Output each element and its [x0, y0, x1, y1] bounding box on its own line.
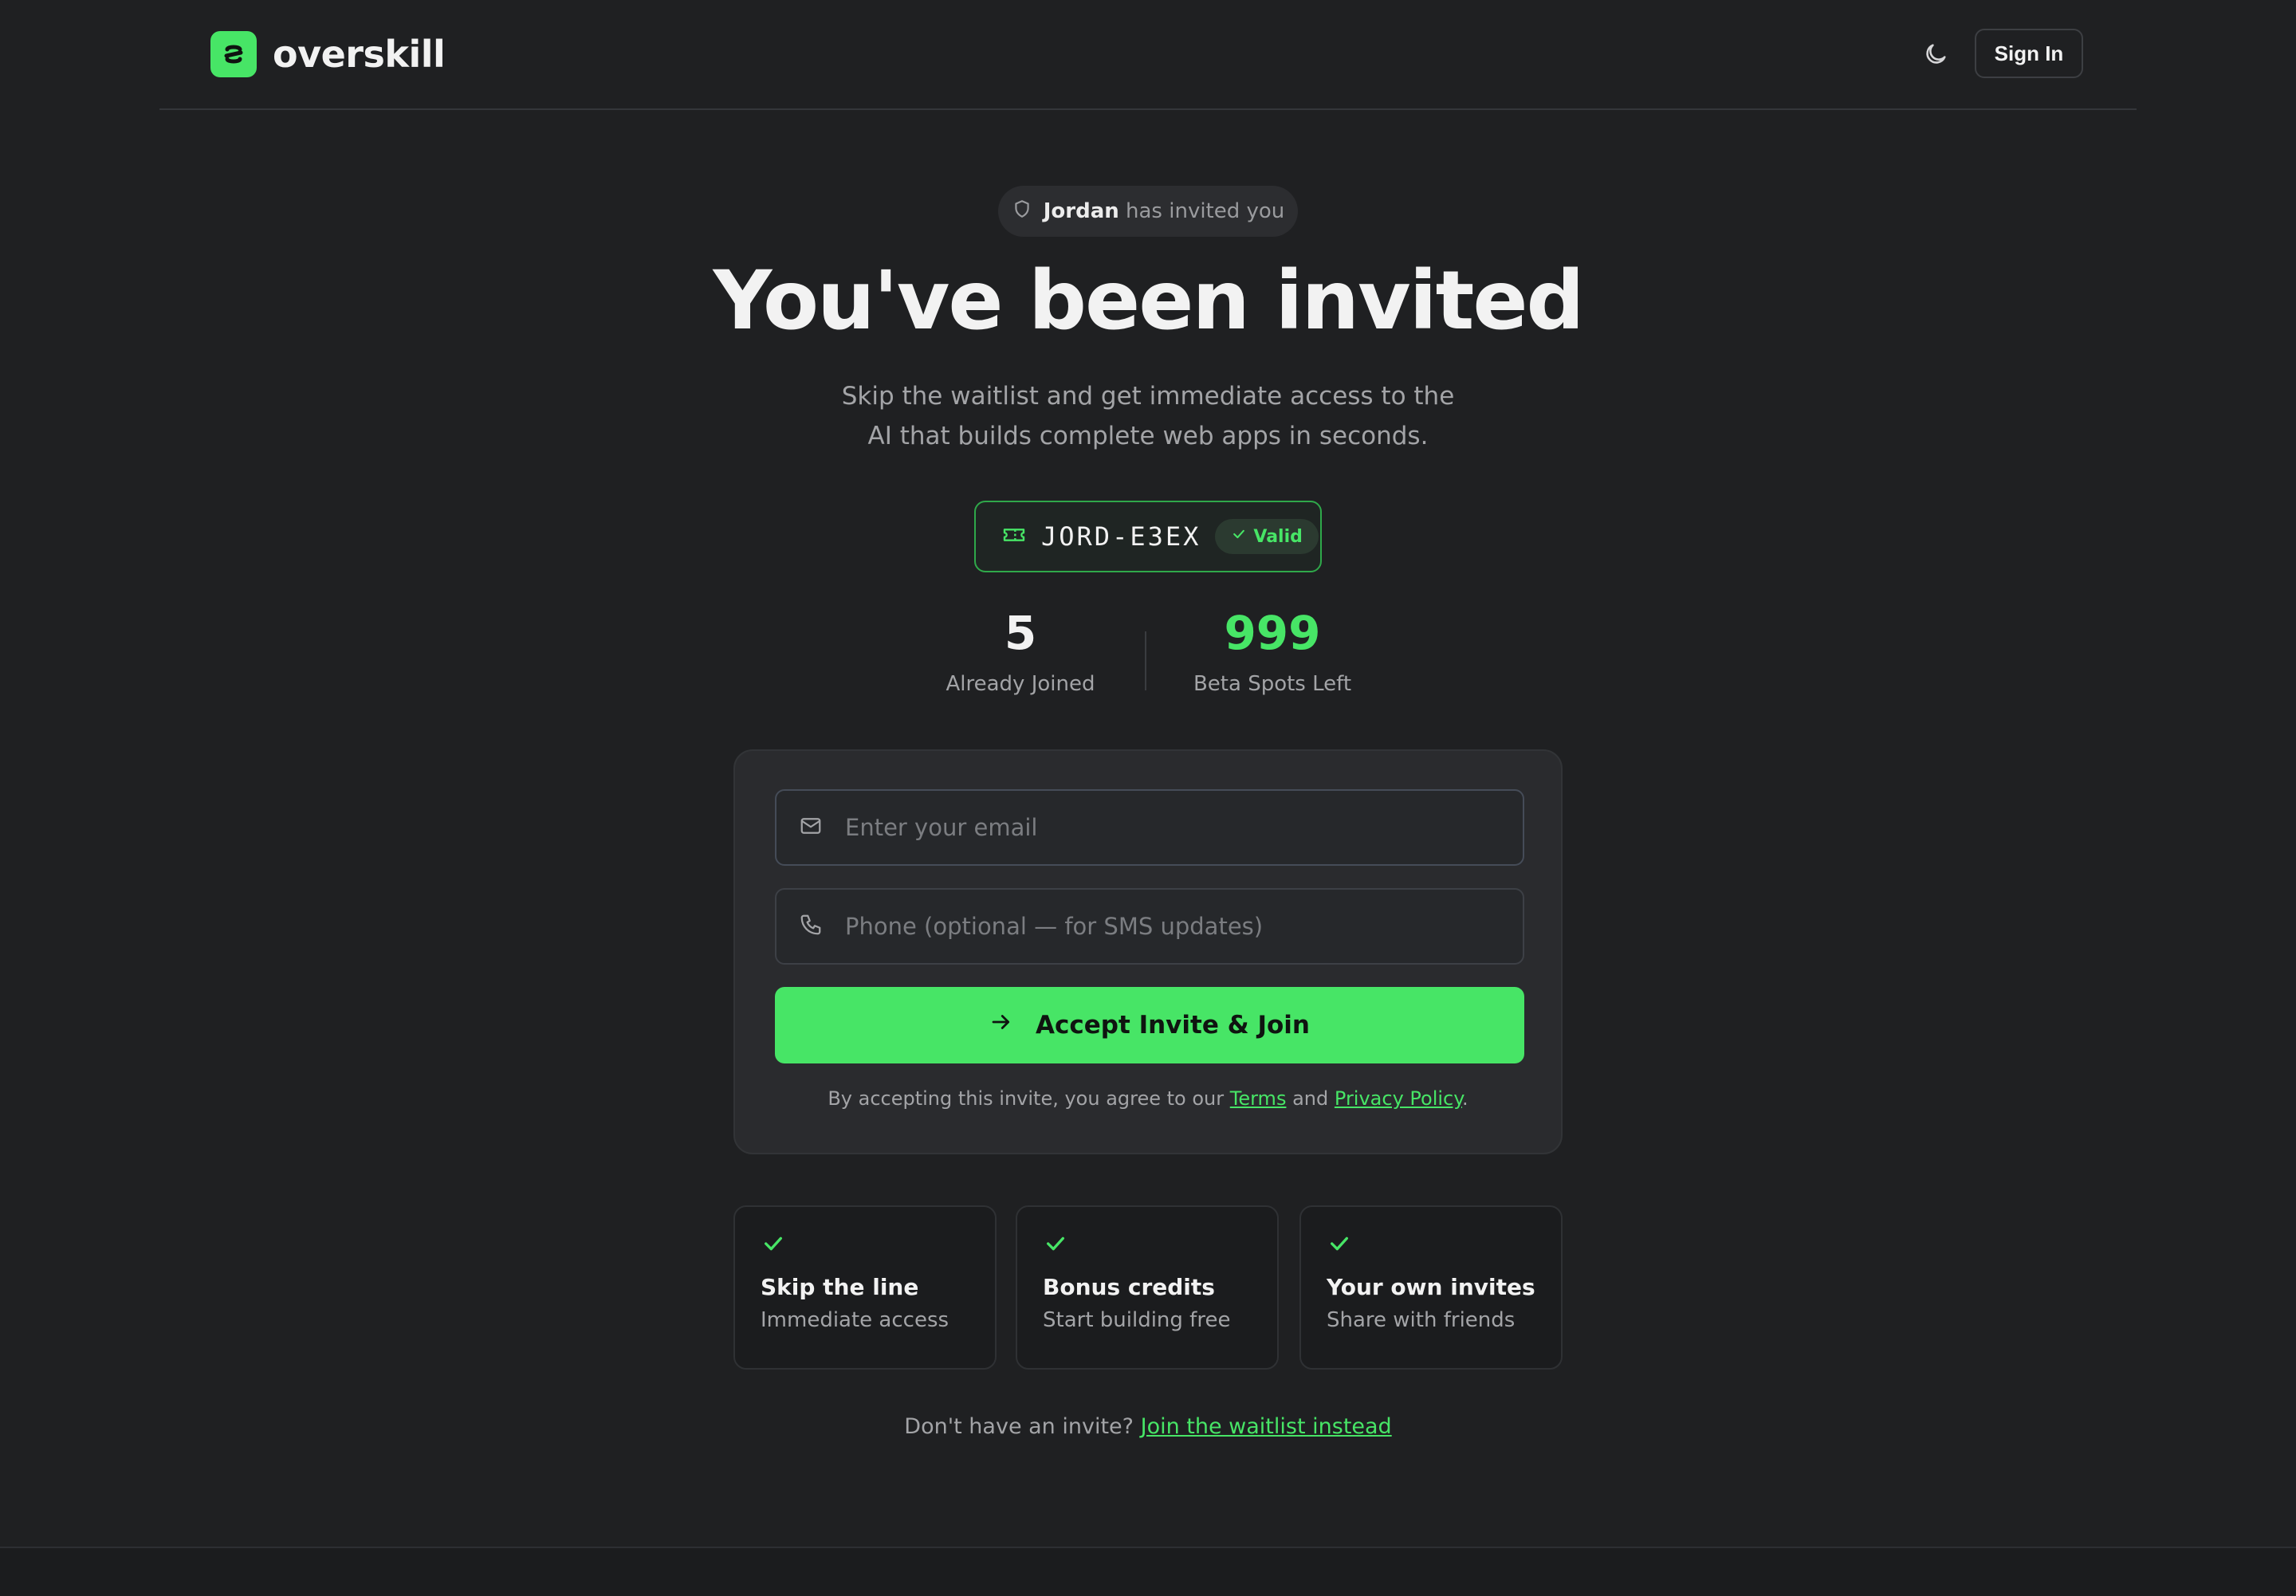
page-title: You've been invited	[713, 254, 1584, 348]
check-icon	[761, 1236, 786, 1260]
no-invite-note: Don't have an invite? Join the waitlist …	[0, 1414, 2296, 1439]
stat-value: 5	[1004, 606, 1037, 660]
inviter-name: Jordan	[1043, 199, 1119, 223]
moon-icon[interactable]	[1918, 37, 1953, 72]
stat-already-joined: 5 Already Joined	[925, 601, 1116, 700]
brand-logo[interactable]: overskill	[210, 30, 446, 78]
sign-in-button[interactable]: Sign In	[1975, 29, 2083, 78]
valid-badge: Valid	[1215, 519, 1319, 554]
stat-divider	[1145, 631, 1146, 690]
phone-icon	[799, 913, 823, 940]
feature-title: Skip the line	[761, 1274, 919, 1300]
legal-end: .	[1462, 1087, 1468, 1110]
privacy-policy-link[interactable]: Privacy Policy	[1335, 1087, 1462, 1110]
overskill-logo-icon	[210, 31, 257, 77]
invite-code-box: JORD-E3EX Valid	[974, 501, 1322, 572]
site-header: overskill Sign In	[159, 0, 2137, 110]
no-invite-text: Don't have an invite?	[904, 1414, 1134, 1439]
shield-icon	[1012, 199, 1032, 225]
feature-desc: Immediate access	[761, 1308, 949, 1332]
feature-desc: Start building free	[1043, 1308, 1231, 1332]
feature-card-own-invites: Your own invites Share with friends	[1299, 1205, 1563, 1370]
invite-suffix: has invited you	[1126, 199, 1285, 223]
invite-code: JORD-E3EX	[1041, 521, 1201, 552]
stat-value: 999	[1224, 606, 1321, 660]
legal-and: and	[1292, 1087, 1329, 1110]
check-icon	[1043, 1236, 1068, 1260]
valid-label: Valid	[1253, 526, 1303, 547]
legal-notice: By accepting this invite, you agree to o…	[735, 1087, 1561, 1110]
feature-title: Your own invites	[1327, 1274, 1535, 1300]
arrow-right-icon	[989, 1010, 1013, 1040]
feature-title: Bonus credits	[1043, 1274, 1215, 1300]
invite-form-card: Accept Invite & Join By accepting this i…	[733, 749, 1563, 1154]
email-input[interactable]	[843, 813, 1500, 842]
mail-icon	[799, 814, 823, 841]
accept-invite-button[interactable]: Accept Invite & Join	[775, 987, 1524, 1063]
phone-field[interactable]	[775, 888, 1524, 965]
stat-spots-left: 999 Beta Spots Left	[1177, 601, 1368, 700]
feature-desc: Share with friends	[1327, 1308, 1516, 1332]
stat-label: Beta Spots Left	[1193, 672, 1352, 696]
check-icon	[1231, 526, 1247, 547]
feature-card-bonus-credits: Bonus credits Start building free	[1016, 1205, 1279, 1370]
invite-text: Jordan has invited you	[1044, 199, 1285, 223]
legal-prefix: By accepting this invite, you agree to o…	[828, 1087, 1225, 1110]
page-subtitle: Skip the waitlist and get immediate acce…	[841, 382, 1455, 450]
join-waitlist-link[interactable]: Join the waitlist instead	[1141, 1414, 1392, 1439]
brand-name: overskill	[273, 33, 446, 76]
terms-link[interactable]: Terms	[1230, 1087, 1287, 1110]
email-field[interactable]	[775, 789, 1524, 866]
footer	[0, 1547, 2296, 1596]
phone-input[interactable]	[843, 912, 1500, 941]
check-icon	[1327, 1236, 1352, 1260]
feature-card-skip-line: Skip the line Immediate access	[733, 1205, 997, 1370]
invited-by-badge: Jordan has invited you	[998, 186, 1298, 237]
accept-invite-label: Accept Invite & Join	[1036, 1011, 1310, 1040]
ticket-icon	[1001, 522, 1027, 551]
stat-label: Already Joined	[946, 672, 1095, 696]
